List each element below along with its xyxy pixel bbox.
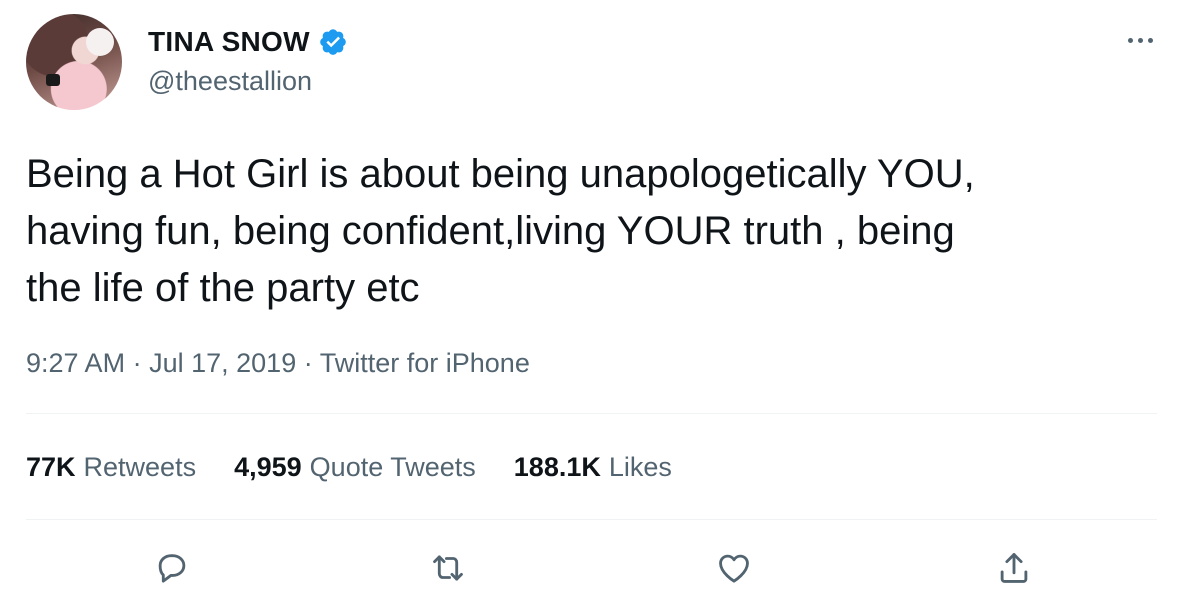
tweet-meta: 9:27 AM · Jul 17, 2019 · Twitter for iPh… [26,348,530,379]
avatar[interactable] [26,14,122,110]
avatar-hat-shape [86,28,114,56]
divider [26,413,1157,414]
more-dot [1127,37,1133,43]
tweet-source[interactable]: Twitter for iPhone [320,348,530,378]
tweet-time[interactable]: 9:27 AM [26,348,125,378]
retweets-stat[interactable]: 77K Retweets [26,452,196,483]
meta-separator: · [132,348,142,378]
retweet-icon [433,555,463,581]
quote-tweets-stat[interactable]: 4,959 Quote Tweets [234,452,476,483]
likes-count: 188.1K [513,452,601,482]
reply-icon [158,554,186,583]
divider [26,519,1157,520]
author-handle[interactable]: @theestallion [148,66,312,97]
share-icon [1000,553,1028,583]
verified-badge-icon [320,29,346,55]
tweet-actions [0,540,1177,600]
quote-tweets-count: 4,959 [234,452,302,482]
more-icon[interactable] [1120,28,1160,52]
retweets-label: Retweets [83,452,197,482]
share-button[interactable] [992,546,1036,590]
tweet-stats: 77K Retweets 4,959 Quote Tweets 188.1K L… [26,452,672,483]
quote-tweets-label: Quote Tweets [309,452,476,482]
like-button[interactable] [712,546,756,590]
author-name-row: TINA SNOW [148,26,348,58]
meta-separator: · [303,348,313,378]
likes-label: Likes [608,452,672,482]
likes-stat[interactable]: 188.1K Likes [514,452,672,483]
retweet-button[interactable] [426,546,470,590]
retweets-count: 77K [26,452,76,482]
author-display-name[interactable]: TINA SNOW [148,26,310,58]
heart-icon [719,554,749,583]
reply-button[interactable] [150,546,194,590]
more-dot [1137,37,1143,43]
more-dot [1147,37,1153,43]
avatar-phone-shape [46,74,60,86]
tweet-date[interactable]: Jul 17, 2019 [149,348,296,378]
tweet-text: Being a Hot Girl is about being unapolog… [26,152,975,310]
